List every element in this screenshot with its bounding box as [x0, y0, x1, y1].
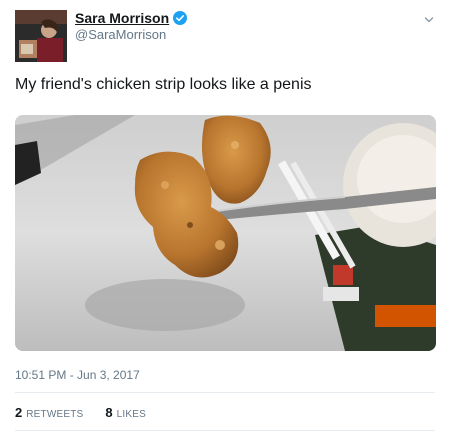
- tweet-photo[interactable]: [15, 115, 436, 351]
- tweet-timestamp[interactable]: 10:51 PM - Jun 3, 2017: [15, 368, 140, 382]
- chevron-down-icon[interactable]: [424, 12, 434, 23]
- tweet-text: My friend's chicken strip looks like a p…: [15, 76, 312, 93]
- likes-stat[interactable]: 8 LIKES: [105, 405, 146, 420]
- retweets-label: RETWEETS: [26, 409, 84, 420]
- verified-badge-icon: [173, 11, 188, 25]
- tweet-card: Sara Morrison @SaraMorrison My friend's …: [0, 0, 450, 440]
- divider: [15, 392, 435, 393]
- retweets-count: 2: [15, 405, 23, 420]
- tweet-stats: 2 RETWEETS 8 LIKES: [15, 405, 146, 420]
- name-row: Sara Morrison: [75, 10, 188, 26]
- display-name[interactable]: Sara Morrison: [75, 10, 169, 26]
- likes-count: 8: [105, 405, 113, 420]
- divider: [15, 430, 435, 431]
- likes-label: LIKES: [116, 409, 146, 420]
- retweets-stat[interactable]: 2 RETWEETS: [15, 405, 83, 420]
- avatar[interactable]: [15, 10, 67, 62]
- user-handle[interactable]: @SaraMorrison: [75, 27, 166, 42]
